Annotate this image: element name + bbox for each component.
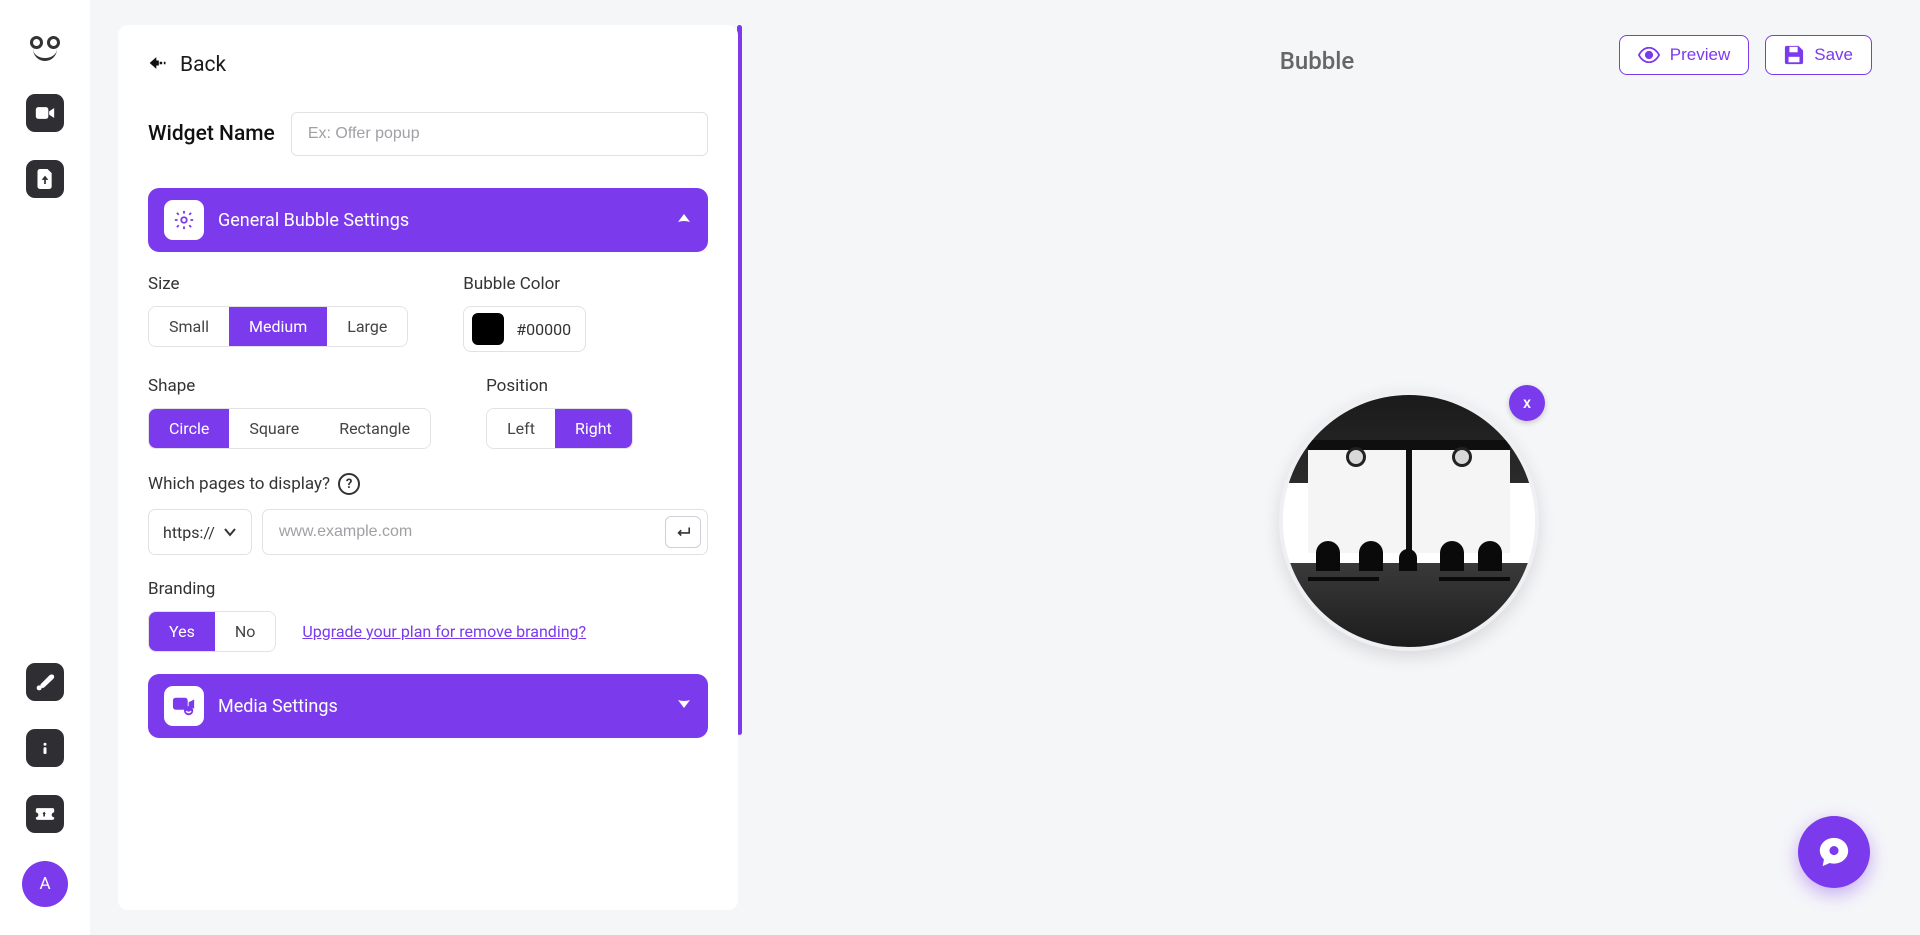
save-button-label: Save: [1814, 45, 1853, 65]
general-settings-title: General Bubble Settings: [218, 210, 662, 231]
upgrade-link[interactable]: Upgrade your plan for remove branding?: [302, 622, 586, 641]
bubble-color-field: Bubble Color #00000: [463, 274, 586, 352]
bubble-preview: x: [1279, 391, 1539, 651]
ticket-icon: [35, 806, 55, 822]
gear-icon: [164, 200, 204, 240]
preview-panel: Bubble Preview Save: [742, 25, 1892, 910]
branding-field: Branding Yes No Upgrade your plan for re…: [148, 579, 708, 652]
eye-icon: [1638, 47, 1660, 63]
shape-rectangle[interactable]: Rectangle: [319, 409, 430, 448]
info-icon: [36, 739, 54, 757]
chat-fab[interactable]: [1798, 816, 1870, 888]
widget-name-label: Widget Name: [148, 122, 275, 146]
nav-design[interactable]: [26, 663, 64, 701]
chat-icon: [1817, 835, 1851, 869]
avatar-letter: A: [39, 874, 50, 894]
preview-title: Bubble: [1280, 47, 1354, 75]
save-button[interactable]: Save: [1765, 35, 1872, 75]
shape-circle[interactable]: Circle: [149, 409, 229, 448]
media-settings-title: Media Settings: [218, 696, 662, 717]
size-large[interactable]: Large: [327, 307, 407, 346]
app-logo[interactable]: [27, 30, 63, 66]
file-upload-icon: [36, 169, 54, 189]
nav-video[interactable]: [26, 94, 64, 132]
size-label: Size: [148, 274, 408, 294]
brush-icon: [35, 672, 55, 692]
pages-label: Which pages to display?: [148, 474, 330, 494]
url-submit-button[interactable]: [665, 516, 701, 548]
position-left[interactable]: Left: [487, 409, 555, 448]
color-picker[interactable]: #00000: [463, 306, 586, 352]
bubble-color-label: Bubble Color: [463, 274, 586, 294]
bubble-image: [1283, 395, 1535, 647]
shape-square[interactable]: Square: [229, 409, 319, 448]
protocol-select[interactable]: https://: [148, 509, 252, 555]
back-label: Back: [180, 53, 226, 77]
nav-ticket[interactable]: [26, 795, 64, 833]
chevron-down-icon: [223, 527, 237, 537]
size-medium[interactable]: Medium: [229, 307, 327, 346]
chevron-down-icon: [676, 698, 692, 714]
close-icon: x: [1523, 393, 1531, 412]
position-right[interactable]: Right: [555, 409, 632, 448]
widget-name-input[interactable]: [291, 112, 708, 156]
protocol-value: https://: [163, 523, 215, 542]
video-icon: [35, 105, 55, 121]
help-icon[interactable]: ?: [338, 473, 360, 495]
branding-yes[interactable]: Yes: [149, 612, 215, 651]
user-avatar[interactable]: A: [22, 861, 68, 907]
branding-label: Branding: [148, 579, 215, 599]
position-field: Position Left Right: [486, 376, 633, 449]
widget-name-row: Widget Name: [148, 112, 708, 156]
chevron-up-icon: [676, 212, 692, 228]
pages-field: Which pages to display? ? https://: [148, 473, 708, 555]
main-area: Back Widget Name General Bubble Settings…: [90, 0, 1920, 935]
sidebar: A: [0, 0, 90, 935]
shape-label: Shape: [148, 376, 431, 396]
settings-panel: Back Widget Name General Bubble Settings…: [118, 25, 738, 910]
back-button[interactable]: Back: [148, 53, 708, 77]
arrow-left-icon: [148, 55, 168, 75]
media-icon: [164, 686, 204, 726]
nav-info[interactable]: [26, 729, 64, 767]
color-value: #00000: [516, 320, 571, 339]
shape-field: Shape Circle Square Rectangle: [148, 376, 431, 449]
position-label: Position: [486, 376, 633, 396]
general-settings-header[interactable]: General Bubble Settings: [148, 188, 708, 252]
save-icon: [1784, 45, 1804, 65]
size-small[interactable]: Small: [149, 307, 229, 346]
preview-button[interactable]: Preview: [1619, 35, 1749, 75]
branding-no[interactable]: No: [215, 612, 276, 651]
size-field: Size Small Medium Large: [148, 274, 408, 352]
preview-button-label: Preview: [1670, 45, 1730, 65]
bubble-circle[interactable]: [1279, 391, 1539, 651]
bubble-close-button[interactable]: x: [1509, 385, 1545, 421]
nav-upload[interactable]: [26, 160, 64, 198]
enter-icon: [675, 525, 691, 539]
color-swatch: [472, 313, 504, 345]
url-input[interactable]: [263, 510, 659, 554]
media-settings-header[interactable]: Media Settings: [148, 674, 708, 738]
